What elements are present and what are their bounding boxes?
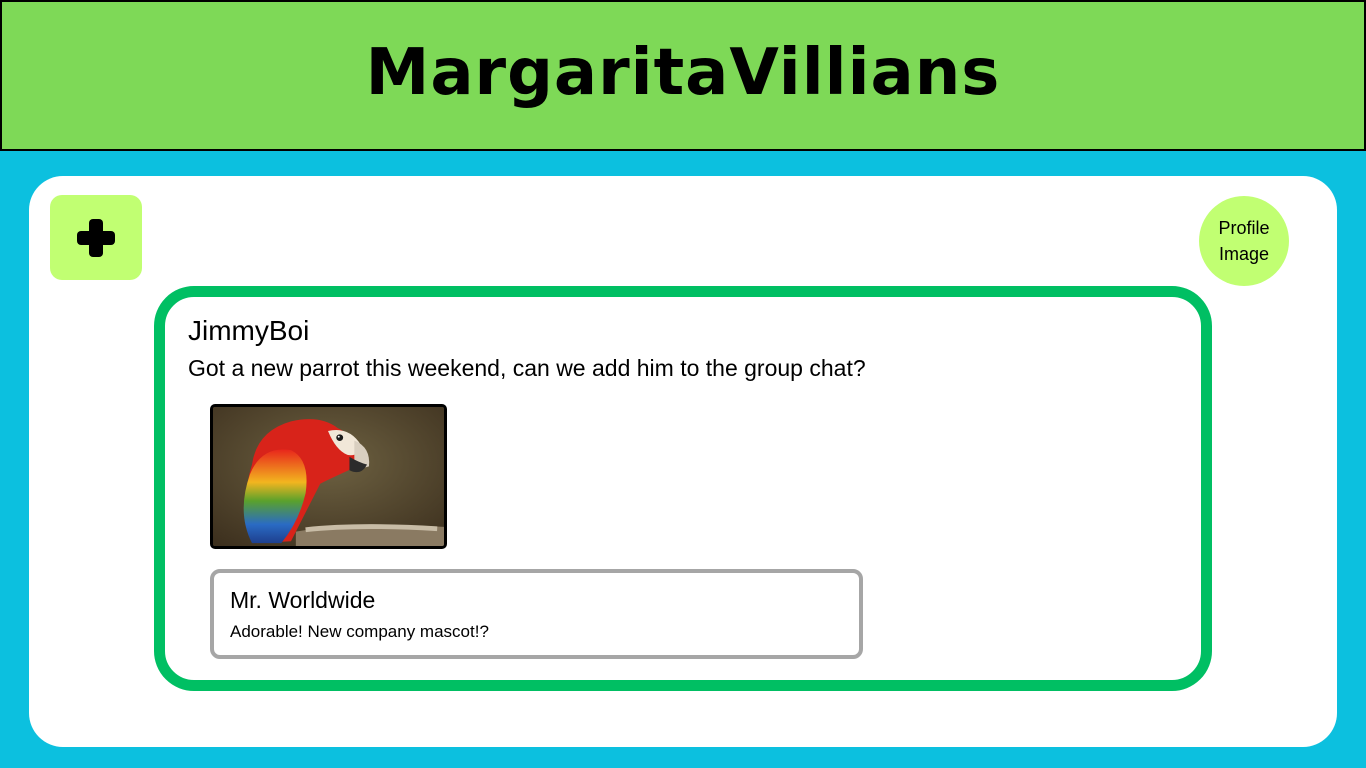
- post-author[interactable]: JimmyBoi: [188, 315, 309, 347]
- profile-image-button[interactable]: Profile Image: [1199, 196, 1289, 286]
- app-header: MargaritaVillians: [0, 0, 1366, 151]
- parrot-image: [213, 407, 444, 546]
- plus-icon: [77, 218, 115, 257]
- reply-text: Adorable! New company mascot!?: [230, 622, 489, 641]
- post-card: JimmyBoi Got a new parrot this weekend, …: [154, 286, 1212, 691]
- add-post-button[interactable]: [50, 195, 142, 280]
- post-image-parrot[interactable]: [210, 404, 447, 549]
- app-title: MargaritaVillians: [365, 35, 1001, 110]
- reply-comment: Mr. Worldwide Adorable! New company masc…: [210, 569, 863, 659]
- reply-author[interactable]: Mr. Worldwide: [230, 587, 375, 614]
- post-text: Got a new parrot this weekend, can we ad…: [188, 355, 866, 381]
- profile-image-label: Profile Image: [1218, 218, 1270, 264]
